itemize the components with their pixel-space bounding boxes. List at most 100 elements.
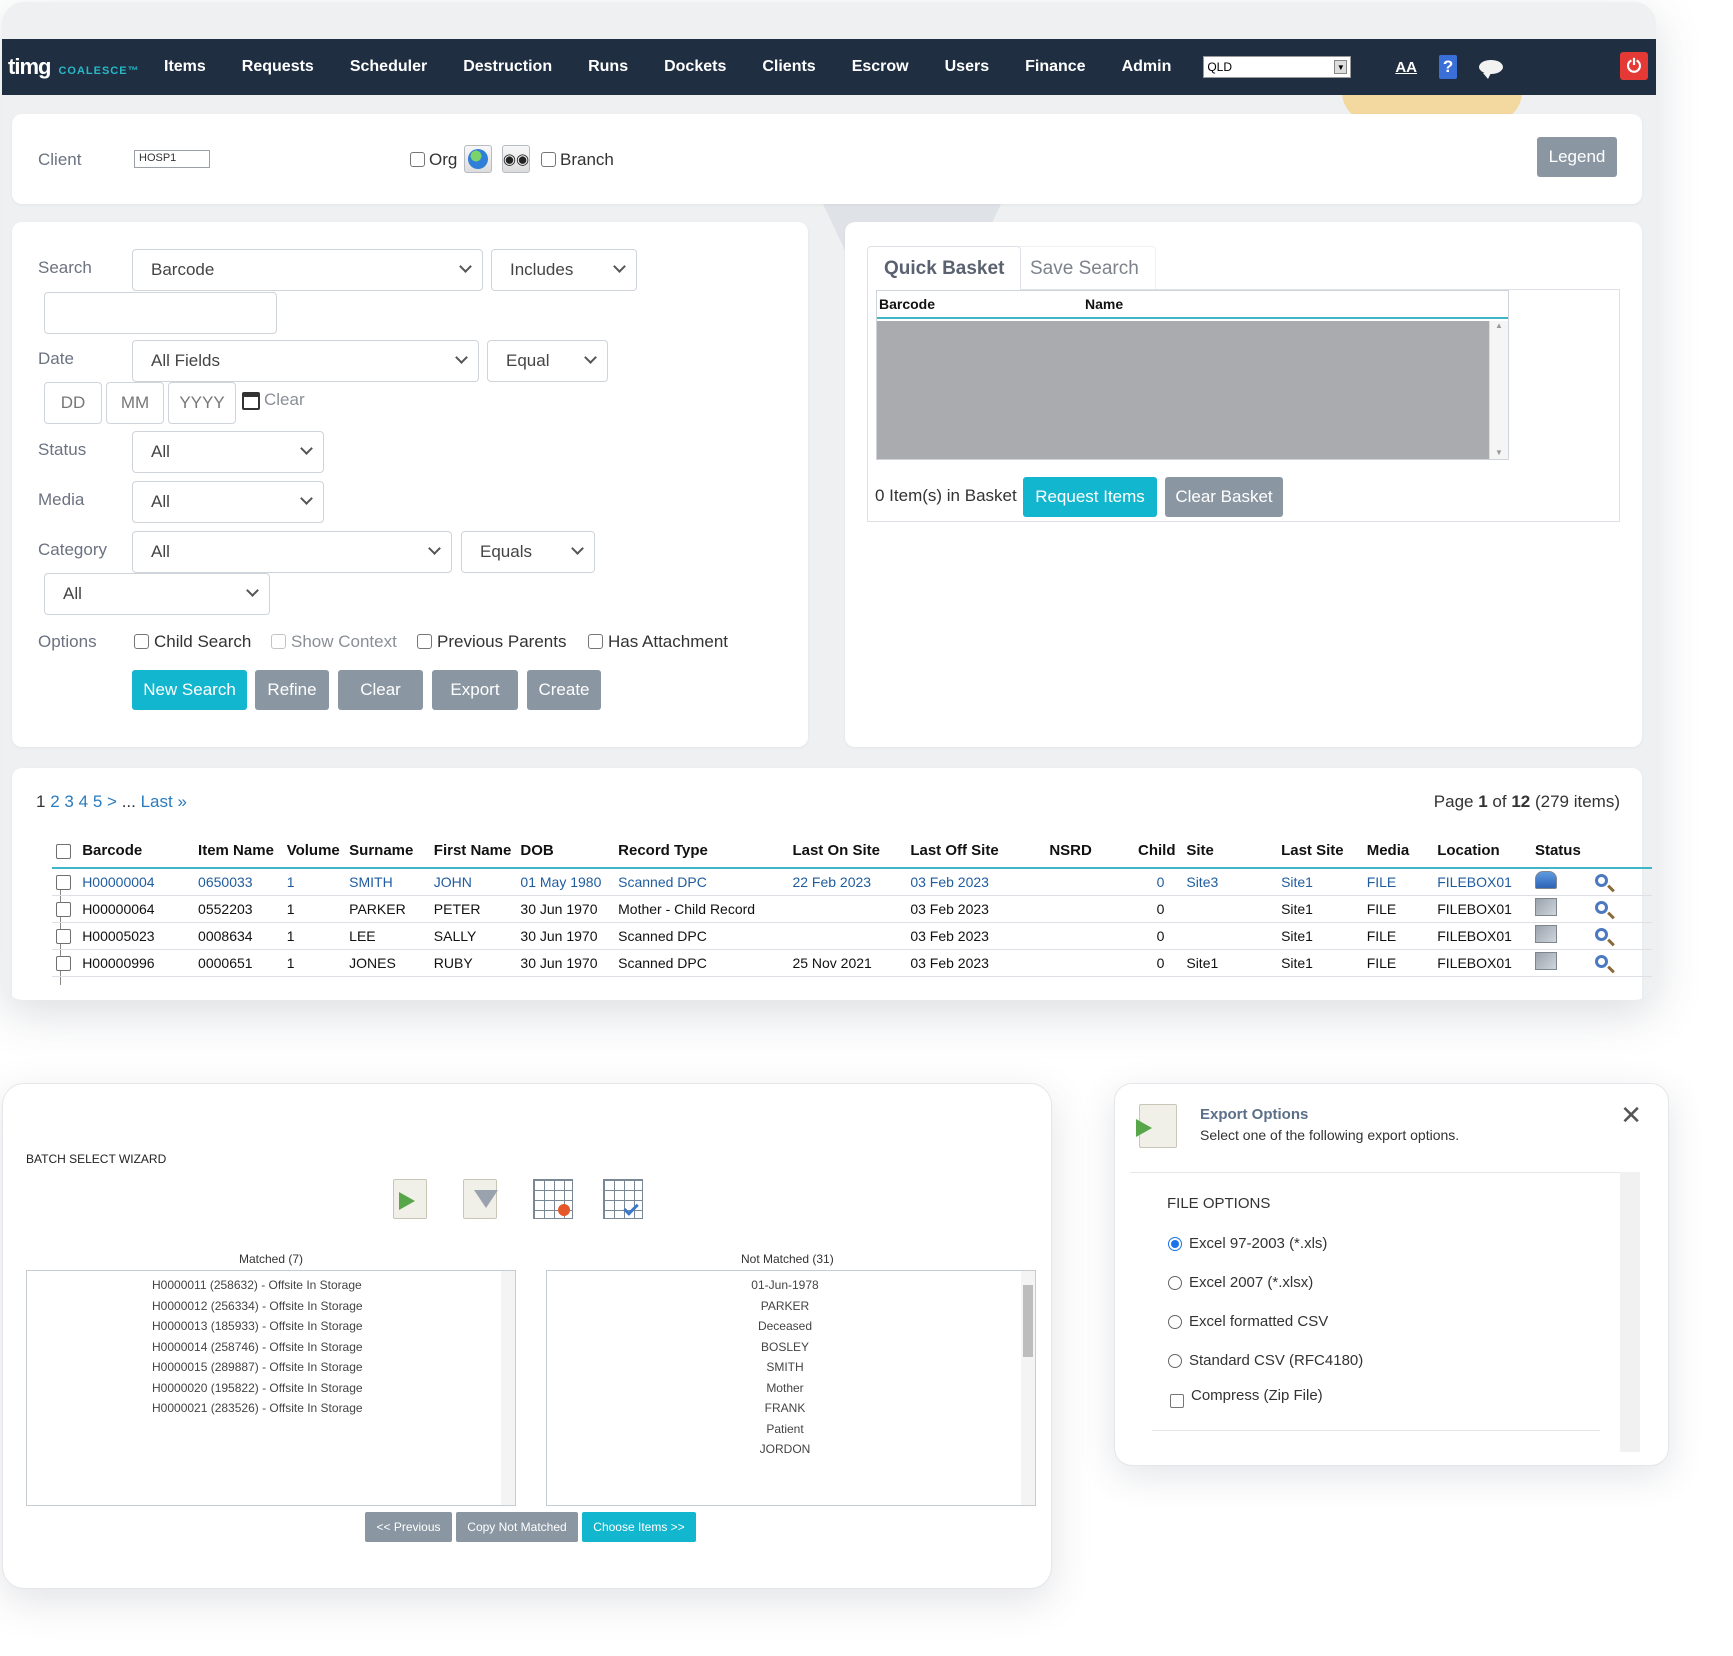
tab-save-search[interactable]: Save Search [1013, 246, 1156, 290]
page-link[interactable]: 4 [79, 792, 88, 811]
list-item[interactable]: FRANK [547, 1398, 1023, 1419]
previous-parents-checkbox[interactable] [417, 634, 432, 649]
nav-finance[interactable]: Finance [1025, 58, 1085, 76]
col-location[interactable]: Location [1433, 834, 1531, 869]
filter-step-icon[interactable] [463, 1179, 501, 1221]
search-input[interactable] [44, 292, 277, 334]
table-row[interactable]: H00000064 0552203 1 PARKER PETER 30 Jun … [52, 895, 1652, 923]
list-item[interactable]: H0000021 (283526) - Offsite In Storage [152, 1398, 363, 1419]
not-matched-scrollbar[interactable] [1021, 1271, 1035, 1505]
compress-checkbox[interactable] [1170, 1394, 1184, 1408]
nav-requests[interactable]: Requests [242, 58, 314, 76]
globe-icon[interactable] [464, 145, 492, 173]
import-step-icon[interactable] [393, 1179, 431, 1221]
col-site[interactable]: Site [1182, 834, 1278, 869]
month-input[interactable]: MM [106, 382, 164, 424]
search-field-select[interactable]: Barcode [132, 249, 483, 291]
list-item[interactable]: SMITH [547, 1357, 1023, 1378]
table-row[interactable]: H00000004 0650033 1 SMITH JOHN 01 May 19… [52, 868, 1652, 896]
col-dob[interactable]: DOB [516, 834, 615, 869]
list-item[interactable]: PARKER [547, 1296, 1023, 1317]
nav-dockets[interactable]: Dockets [664, 58, 726, 76]
chat-icon[interactable] [1479, 60, 1504, 79]
standard-csv-radio[interactable] [1168, 1354, 1182, 1368]
row-checkbox[interactable] [56, 928, 71, 944]
region-select[interactable]: QLD ▼ [1203, 56, 1352, 78]
media-select[interactable]: All [132, 481, 324, 523]
previous-button[interactable]: << Previous [365, 1512, 452, 1542]
branch-checkbox[interactable] [541, 152, 556, 167]
col-child[interactable]: Child [1134, 834, 1183, 869]
binoculars-icon[interactable]: ◉◉ [502, 145, 530, 173]
has-attachment-checkbox[interactable] [588, 634, 603, 649]
category-select[interactable]: All [132, 531, 452, 573]
col-volume[interactable]: Volume [282, 834, 346, 869]
table-row[interactable]: H00005023 0008634 1 LEE SALLY 30 Jun 197… [52, 922, 1652, 950]
export-button[interactable]: Export [432, 670, 518, 710]
col-status[interactable]: Status [1530, 834, 1592, 869]
power-icon[interactable]: ⏻ [1620, 52, 1648, 80]
category-operator-select[interactable]: Equals [461, 531, 595, 573]
list-item[interactable]: H0000014 (258746) - Offsite In Storage [152, 1337, 363, 1358]
page-link[interactable]: 2 [50, 792, 59, 811]
view-magnifier-icon[interactable] [1595, 873, 1609, 887]
nav-clients[interactable]: Clients [762, 58, 815, 76]
clear-basket-button[interactable]: Clear Basket [1165, 477, 1283, 517]
list-item[interactable]: Mother [547, 1378, 1023, 1399]
barcode-link[interactable]: H00000004 [78, 868, 195, 896]
col-media[interactable]: Media [1362, 834, 1434, 869]
new-search-button[interactable]: New Search [132, 670, 247, 710]
day-input[interactable]: DD [44, 382, 102, 424]
barcode-link[interactable]: H00000996 [78, 949, 195, 977]
date-field-select[interactable]: All Fields [132, 340, 479, 382]
nav-destruction[interactable]: Destruction [463, 58, 552, 76]
barcode-link[interactable]: H00000064 [78, 895, 195, 923]
select-all-checkbox[interactable] [56, 843, 71, 859]
calendar-icon[interactable] [242, 392, 260, 410]
close-icon[interactable]: ✕ [1620, 1100, 1642, 1131]
list-item[interactable]: H0000015 (289887) - Offsite In Storage [152, 1357, 363, 1378]
row-checkbox[interactable] [56, 875, 71, 891]
date-clear-link[interactable]: Clear [264, 390, 305, 410]
nav-escrow[interactable]: Escrow [852, 58, 909, 76]
not-matched-list[interactable]: 01-Jun-1978 PARKER Deceased BOSLEY SMITH… [546, 1270, 1036, 1506]
col-item-name[interactable]: Item Name [194, 834, 283, 869]
grid-match-step-icon[interactable] [533, 1179, 573, 1221]
list-item[interactable]: H0000011 (258632) - Offsite In Storage [152, 1275, 363, 1296]
status-select[interactable]: All [132, 431, 324, 473]
legend-button[interactable]: Legend [1537, 137, 1617, 177]
nav-scheduler[interactable]: Scheduler [350, 58, 427, 76]
choose-items-button[interactable]: Choose Items >> [582, 1512, 696, 1542]
list-item[interactable]: Patient [547, 1419, 1023, 1440]
next-page-link[interactable]: > [107, 792, 117, 811]
list-item[interactable]: 01-Jun-1978 [547, 1275, 1023, 1296]
col-record-type[interactable]: Record Type [614, 834, 789, 869]
matched-scrollbar[interactable] [501, 1271, 515, 1505]
client-input[interactable]: HOSP1 [134, 150, 210, 168]
col-first-name[interactable]: First Name [429, 834, 517, 869]
clear-button[interactable]: Clear [338, 670, 423, 710]
nav-runs[interactable]: Runs [588, 58, 628, 76]
font-size-icon[interactable]: AA [1395, 59, 1417, 76]
export-scrollbar[interactable] [1620, 1172, 1640, 1452]
date-operator-select[interactable]: Equal [487, 340, 608, 382]
view-magnifier-icon[interactable] [1595, 900, 1609, 914]
xlsx-radio[interactable] [1168, 1276, 1182, 1290]
row-checkbox[interactable] [56, 901, 71, 917]
row-checkbox[interactable] [56, 955, 71, 971]
show-context-checkbox[interactable] [271, 634, 286, 649]
org-checkbox[interactable] [410, 152, 425, 167]
list-item[interactable]: H0000012 (256334) - Offsite In Storage [152, 1296, 363, 1317]
col-last-on-site[interactable]: Last On Site [788, 834, 907, 869]
tab-quick-basket[interactable]: Quick Basket [867, 246, 1022, 290]
list-item[interactable]: BOSLEY [547, 1337, 1023, 1358]
page-link[interactable]: 5 [93, 792, 102, 811]
nav-items[interactable]: Items [164, 58, 206, 76]
nav-users[interactable]: Users [945, 58, 989, 76]
basket-scrollbar[interactable]: ▲ ▼ [1489, 321, 1508, 459]
col-last-off-site[interactable]: Last Off Site [906, 834, 1046, 869]
category-sub-select[interactable]: All [44, 573, 270, 615]
view-magnifier-icon[interactable] [1595, 954, 1609, 968]
col-last-site[interactable]: Last Site [1277, 834, 1363, 869]
year-input[interactable]: YYYY [168, 382, 236, 424]
